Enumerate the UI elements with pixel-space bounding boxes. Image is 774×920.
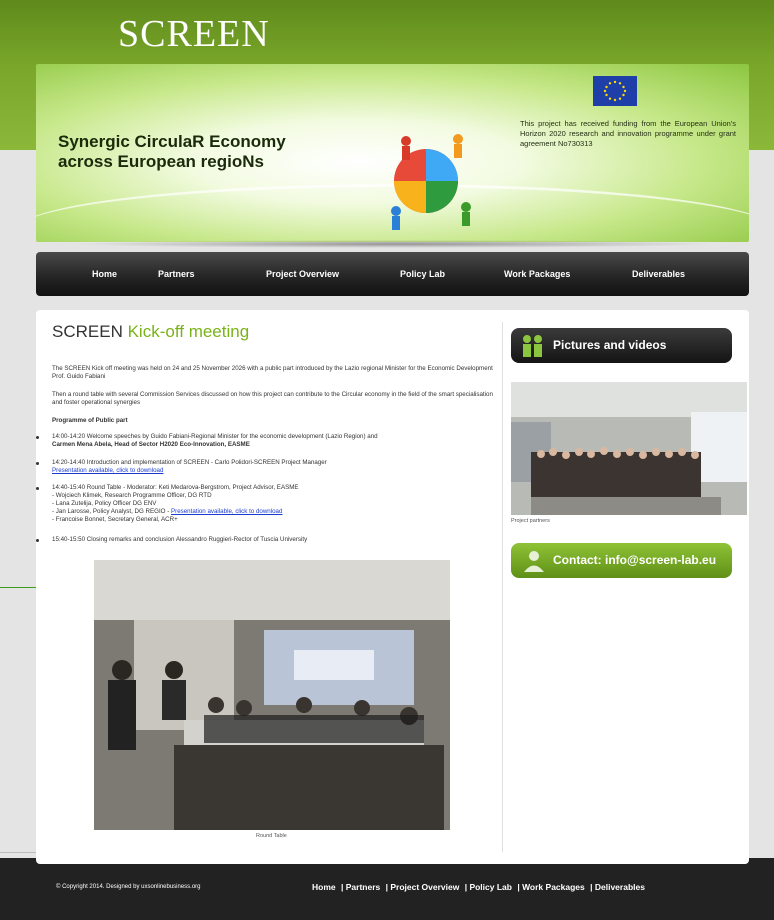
site-logo[interactable]: SCREEN: [118, 12, 270, 56]
banner-title-line1: Synergic CirculaR Economy: [58, 132, 286, 151]
agenda-line: - Lana Zutelija, Policy Officer DG ENV: [52, 500, 157, 507]
nav-item-policy-lab[interactable]: Policy Lab: [400, 252, 445, 296]
page-title: SCREEN Kick-off meeting: [52, 322, 249, 342]
left-edge-divider: [0, 587, 36, 588]
footer-link-project-overview[interactable]: Project Overview: [390, 882, 459, 892]
nav-item-deliverables[interactable]: Deliverables: [632, 252, 685, 296]
people-icon: [523, 335, 542, 357]
bullet-icon: [36, 539, 39, 542]
page-title-suffix: Kick-off meeting: [127, 322, 250, 341]
agenda-line-text: - Jan Larosse, Policy Analyst, DG REGIO …: [52, 508, 170, 515]
agenda-line: Carmen Mena Abela, Head of Sector H2020 …: [52, 441, 250, 448]
footer-copyright: © Copyright 2014. Designed by uxsonlineb…: [56, 884, 201, 890]
agenda-line: 14:00-14:20 Welcome speeches by Guido Fa…: [52, 433, 378, 440]
page-title-prefix: SCREEN: [52, 322, 123, 341]
agenda-line: 14:20-14:40 Introduction and implementat…: [52, 459, 327, 466]
nav-item-work-packages[interactable]: Work Packages: [504, 252, 570, 296]
footer-link-partners[interactable]: Partners: [346, 882, 381, 892]
agenda-line: 15:40-15:50 Closing remarks and conclusi…: [52, 536, 308, 543]
footer-link-deliverables[interactable]: Deliverables: [595, 882, 645, 892]
banner-title-line2: across European regioNs: [58, 152, 264, 171]
pictures-and-videos-label: Pictures and videos: [553, 338, 667, 352]
banner-shadow: [70, 240, 720, 248]
presentation-download-link[interactable]: Presentation available, click to downloa…: [171, 508, 282, 515]
eu-funding-text: This project has received funding from t…: [520, 119, 736, 148]
footer-link-work-packages[interactable]: Work Packages: [522, 882, 585, 892]
agenda-line: - Francoise Bonnet, Secretary General, A…: [52, 516, 178, 523]
nav-item-home[interactable]: Home: [92, 252, 117, 296]
side-photo-caption: Project partners: [511, 518, 550, 524]
intro-paragraph: The SCREEN Kick off meeting was held on …: [52, 365, 493, 380]
pictures-and-videos-button[interactable]: Pictures and videos: [511, 328, 732, 363]
main-nav: Home Partners Project Overview Policy La…: [36, 252, 749, 296]
bullet-icon: [36, 436, 39, 439]
footer-link-policy-lab[interactable]: Policy Lab: [469, 882, 512, 892]
contact-label: Contact: info@screen-lab.eu: [553, 553, 717, 567]
bullet-icon: [36, 462, 39, 465]
puzzle-people-illustration: [391, 134, 471, 230]
left-edge-divider: [0, 852, 36, 853]
banner-title: Synergic CirculaR Economy across Europea…: [58, 132, 286, 172]
agenda-line: 14:40-15:40 Round Table - Moderator: Ket…: [52, 484, 299, 491]
footer-links: Home | Partners | Project Overview | Pol…: [312, 882, 645, 892]
bullet-icon: [36, 487, 39, 490]
round-table-paragraph: Then a round table with several Commissi…: [52, 391, 493, 406]
agenda-line: - Wojciech Klimek, Research Programme Of…: [52, 492, 212, 499]
programme-heading: Programme of Public part: [52, 417, 128, 424]
agenda-line: - Jan Larosse, Policy Analyst, DG REGIO …: [52, 508, 282, 516]
column-divider: [502, 322, 503, 852]
project-partners-photo[interactable]: [511, 382, 747, 515]
nav-item-partners[interactable]: Partners: [158, 252, 195, 296]
contact-person-icon: [524, 551, 544, 572]
content-panel: SCREEN Kick-off meeting The SCREEN Kick …: [36, 310, 749, 864]
presentation-download-link[interactable]: Presentation available, click to downloa…: [52, 467, 163, 475]
contact-button[interactable]: Contact: info@screen-lab.eu: [511, 543, 732, 578]
nav-item-project-overview[interactable]: Project Overview: [266, 252, 339, 296]
footer-link-home[interactable]: Home: [312, 882, 336, 892]
eu-flag-icon: [593, 76, 637, 106]
photo-caption: Round Table: [256, 833, 287, 839]
round-table-photo[interactable]: [94, 560, 450, 830]
header-banner: Synergic CirculaR Economy across Europea…: [36, 64, 749, 242]
